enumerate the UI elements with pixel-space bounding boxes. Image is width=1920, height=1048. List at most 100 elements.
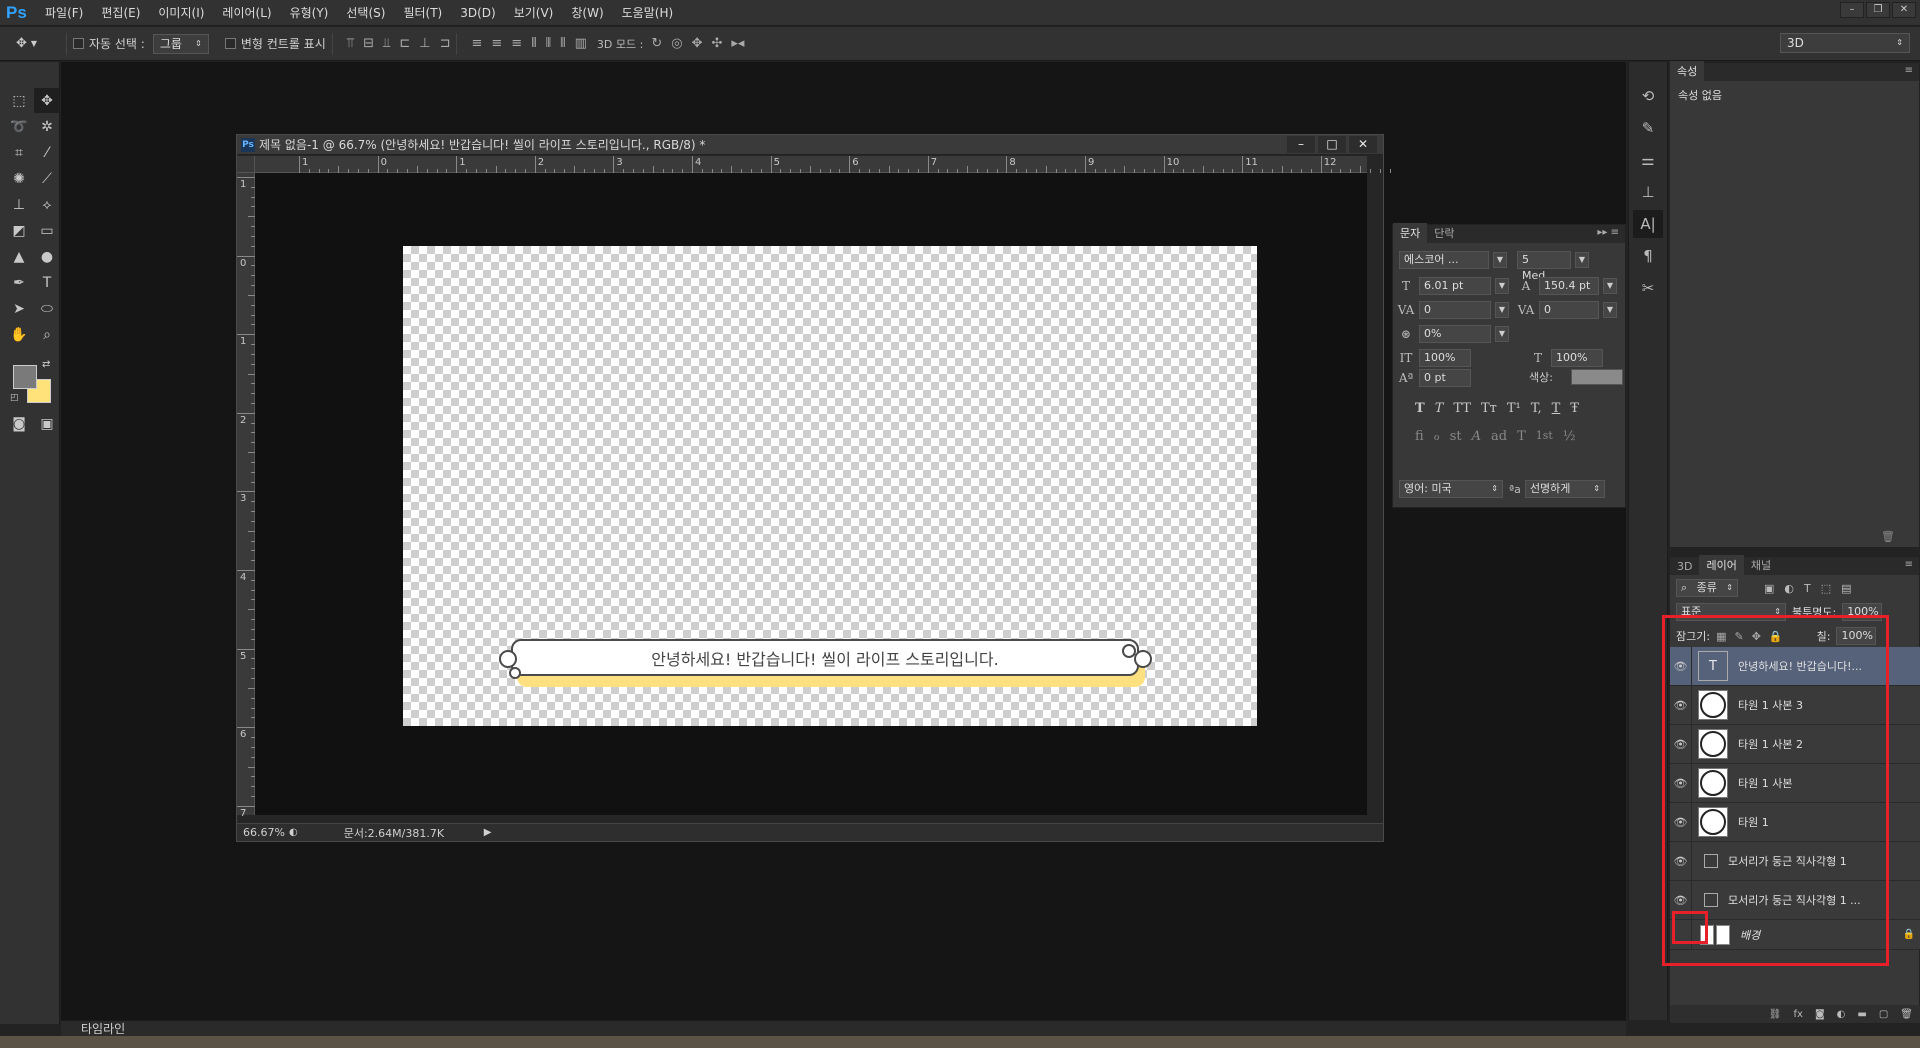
healing-brush-tool-icon[interactable]: ✺ [6, 166, 32, 191]
maximize-icon[interactable]: □ [1318, 136, 1346, 153]
tab-3d[interactable]: 3D [1670, 558, 1699, 575]
auto-select-option[interactable]: 자동 선택 : [73, 35, 145, 52]
layer-row[interactable]: 👁 모서리가 둥근 직사각형 1 [1670, 841, 1920, 881]
add-mask-icon[interactable]: ◙ [1815, 1009, 1825, 1020]
font-size-field[interactable]: 6.01 pt [1419, 277, 1491, 295]
distribute-right-icon[interactable]: ⫴ [560, 36, 565, 51]
3d-scale-icon[interactable]: ▸◂ [731, 36, 744, 51]
ordinals-button[interactable]: 1st [1536, 429, 1553, 444]
font-style-field[interactable]: 5 Med... [1517, 251, 1571, 282]
minimize-icon[interactable]: – [1287, 136, 1315, 153]
distribute-top-icon[interactable]: ≡ [471, 36, 482, 51]
tab-paragraph[interactable]: 단락 [1427, 223, 1461, 243]
blur-tool-icon[interactable]: ▲ [6, 244, 32, 269]
filter-pixel-icon[interactable]: ▣ [1764, 582, 1774, 595]
layer-row[interactable]: 👁 타원 1 [1670, 802, 1920, 842]
layer-row[interactable]: 👁 타원 1 사본 2 [1670, 724, 1920, 764]
ellipse-tool-icon[interactable]: ⬭ [34, 296, 60, 321]
layer-row[interactable]: 👁 모서리가 둥근 직사각형 1 ... [1670, 880, 1920, 920]
tsume-field[interactable]: 0% [1419, 325, 1491, 343]
link-layers-icon[interactable]: ⛓ [1769, 1009, 1782, 1020]
language-dropdown[interactable]: 영어: 미국 ⇕ [1399, 480, 1503, 498]
path-selection-tool-icon[interactable]: ➤ [6, 296, 32, 321]
blend-mode-dropdown[interactable]: 표준 ⇕ [1676, 603, 1786, 621]
visibility-toggle[interactable]: 👁 [1670, 802, 1692, 842]
move-tool-icon[interactable]: ✥ [34, 88, 60, 113]
hand-tool-icon[interactable]: ✋ [6, 322, 32, 347]
lock-position-icon[interactable]: ✥ [1752, 630, 1761, 643]
canvas[interactable]: 안녕하세요! 반갑습니다! 씰이 라이프 스토리입니다. [403, 246, 1257, 726]
distribute-vcenter-icon[interactable]: ≡ [491, 36, 502, 51]
move-tool-preset[interactable]: ✥ ▼ [16, 32, 60, 56]
history-brush-tool-icon[interactable]: ⟡ [34, 192, 60, 217]
clone-source-panel-icon[interactable]: ⊥ [1633, 178, 1663, 206]
faux-italic-button[interactable]: T [1435, 401, 1444, 416]
new-group-icon[interactable]: ▬ [1857, 1009, 1866, 1020]
chevron-down-icon[interactable]: ▼ [1493, 252, 1507, 268]
subscript-button[interactable]: T, [1531, 401, 1542, 416]
chevron-down-icon[interactable]: ▼ [1575, 252, 1589, 268]
brush-panel-icon[interactable]: ✎ [1633, 114, 1663, 142]
align-left-icon[interactable]: ⊏ [399, 36, 410, 51]
filter-smart-object-icon[interactable]: ▤ [1841, 582, 1851, 595]
eraser-tool-icon[interactable]: ◩ [6, 218, 32, 243]
leading-field[interactable]: 150.4 pt [1539, 277, 1599, 295]
screen-mode-icon[interactable]: ▣ [34, 411, 60, 436]
visibility-toggle[interactable]: 👁 [1670, 880, 1692, 920]
fill-field[interactable]: 100% [1836, 627, 1877, 645]
menu-3d[interactable]: 3D(D) [451, 0, 504, 26]
marquee-tool-icon[interactable]: ⬚ [6, 88, 32, 113]
foreground-color-swatch[interactable] [13, 365, 37, 389]
restore-icon[interactable]: ❐ [1866, 2, 1890, 18]
visibility-toggle[interactable]: 👁 [1670, 763, 1692, 803]
distribute-left-icon[interactable]: ⫴ [531, 36, 536, 51]
all-caps-button[interactable]: TT [1453, 401, 1471, 416]
menu-edit[interactable]: 편집(E) [92, 0, 149, 26]
layer-row[interactable]: 👁 타원 1 사본 [1670, 763, 1920, 803]
history-panel-icon[interactable]: ⟲ [1633, 82, 1663, 110]
visibility-toggle[interactable]: 👁 [1670, 841, 1692, 881]
vertical-ruler[interactable]: 1 0 1 2 3 4 5 6 7 [237, 173, 255, 819]
horizontal-scale-field[interactable]: 100% [1551, 349, 1603, 367]
auto-align-icon[interactable]: ▥ [575, 36, 587, 51]
lock-all-icon[interactable]: 🔒 [1769, 630, 1783, 643]
default-colors-icon[interactable]: ◰ [10, 393, 19, 403]
tab-channels[interactable]: 채널 [1744, 555, 1778, 575]
tools-presets-icon[interactable]: ✂ [1633, 274, 1663, 302]
opacity-field[interactable]: 100% [1842, 603, 1883, 621]
baseline-shift-field[interactable]: 0 pt [1419, 369, 1471, 387]
filter-adjustment-icon[interactable]: ◐ [1784, 582, 1794, 595]
layer-style-icon[interactable]: fx [1794, 1009, 1803, 1020]
banner-text-box[interactable]: 안녕하세요! 반갑습니다! 씰이 라이프 스토리입니다. [511, 639, 1139, 676]
dodge-tool-icon[interactable]: ● [34, 244, 60, 269]
titling-alternates-button[interactable]: T [1517, 429, 1526, 444]
align-vcenter-icon[interactable]: ⊟ [363, 36, 374, 51]
ruler-origin[interactable] [237, 156, 255, 173]
minimize-icon[interactable]: – [1840, 2, 1864, 18]
align-right-icon[interactable]: ⊐ [440, 36, 451, 51]
quick-mask-icon[interactable]: ◙ [6, 411, 32, 436]
crop-tool-icon[interactable]: ⌗ [6, 140, 32, 165]
menu-window[interactable]: 창(W) [562, 0, 612, 26]
document-titlebar[interactable]: Ps 제목 없음-1 @ 66.7% (안녕하세요! 반갑습니다! 씰이 라이프… [237, 135, 1383, 155]
3d-drag-icon[interactable]: ✥ [692, 36, 703, 51]
vertical-scale-field[interactable]: 100% [1419, 349, 1471, 367]
adjustment-layer-icon[interactable]: ◐ [1837, 1009, 1846, 1020]
close-icon[interactable]: ✕ [1349, 136, 1377, 153]
lock-transparent-icon[interactable]: ▦ [1716, 630, 1726, 643]
align-hcenter-icon[interactable]: ⊥ [419, 36, 430, 51]
auto-select-checkbox[interactable] [73, 38, 84, 49]
chevron-down-icon[interactable]: ▼ [1495, 278, 1509, 294]
chevron-down-icon[interactable]: ▼ [1603, 302, 1617, 318]
distribute-hcenter-icon[interactable]: ⫴ [546, 36, 551, 51]
menu-select[interactable]: 선택(S) [337, 0, 394, 26]
filter-type-icon[interactable]: T [1804, 582, 1811, 595]
align-top-icon[interactable]: ⫪ [347, 36, 354, 51]
chevron-down-icon[interactable]: ▼ [1603, 278, 1617, 294]
faux-bold-button[interactable]: T [1415, 401, 1425, 416]
small-caps-button[interactable]: Tт [1481, 401, 1497, 416]
gradient-tool-icon[interactable]: ▭ [34, 218, 60, 243]
chevron-down-icon[interactable]: ▼ [1495, 326, 1509, 342]
menu-type[interactable]: 유형(Y) [281, 0, 338, 26]
transform-controls-checkbox[interactable] [224, 38, 236, 49]
